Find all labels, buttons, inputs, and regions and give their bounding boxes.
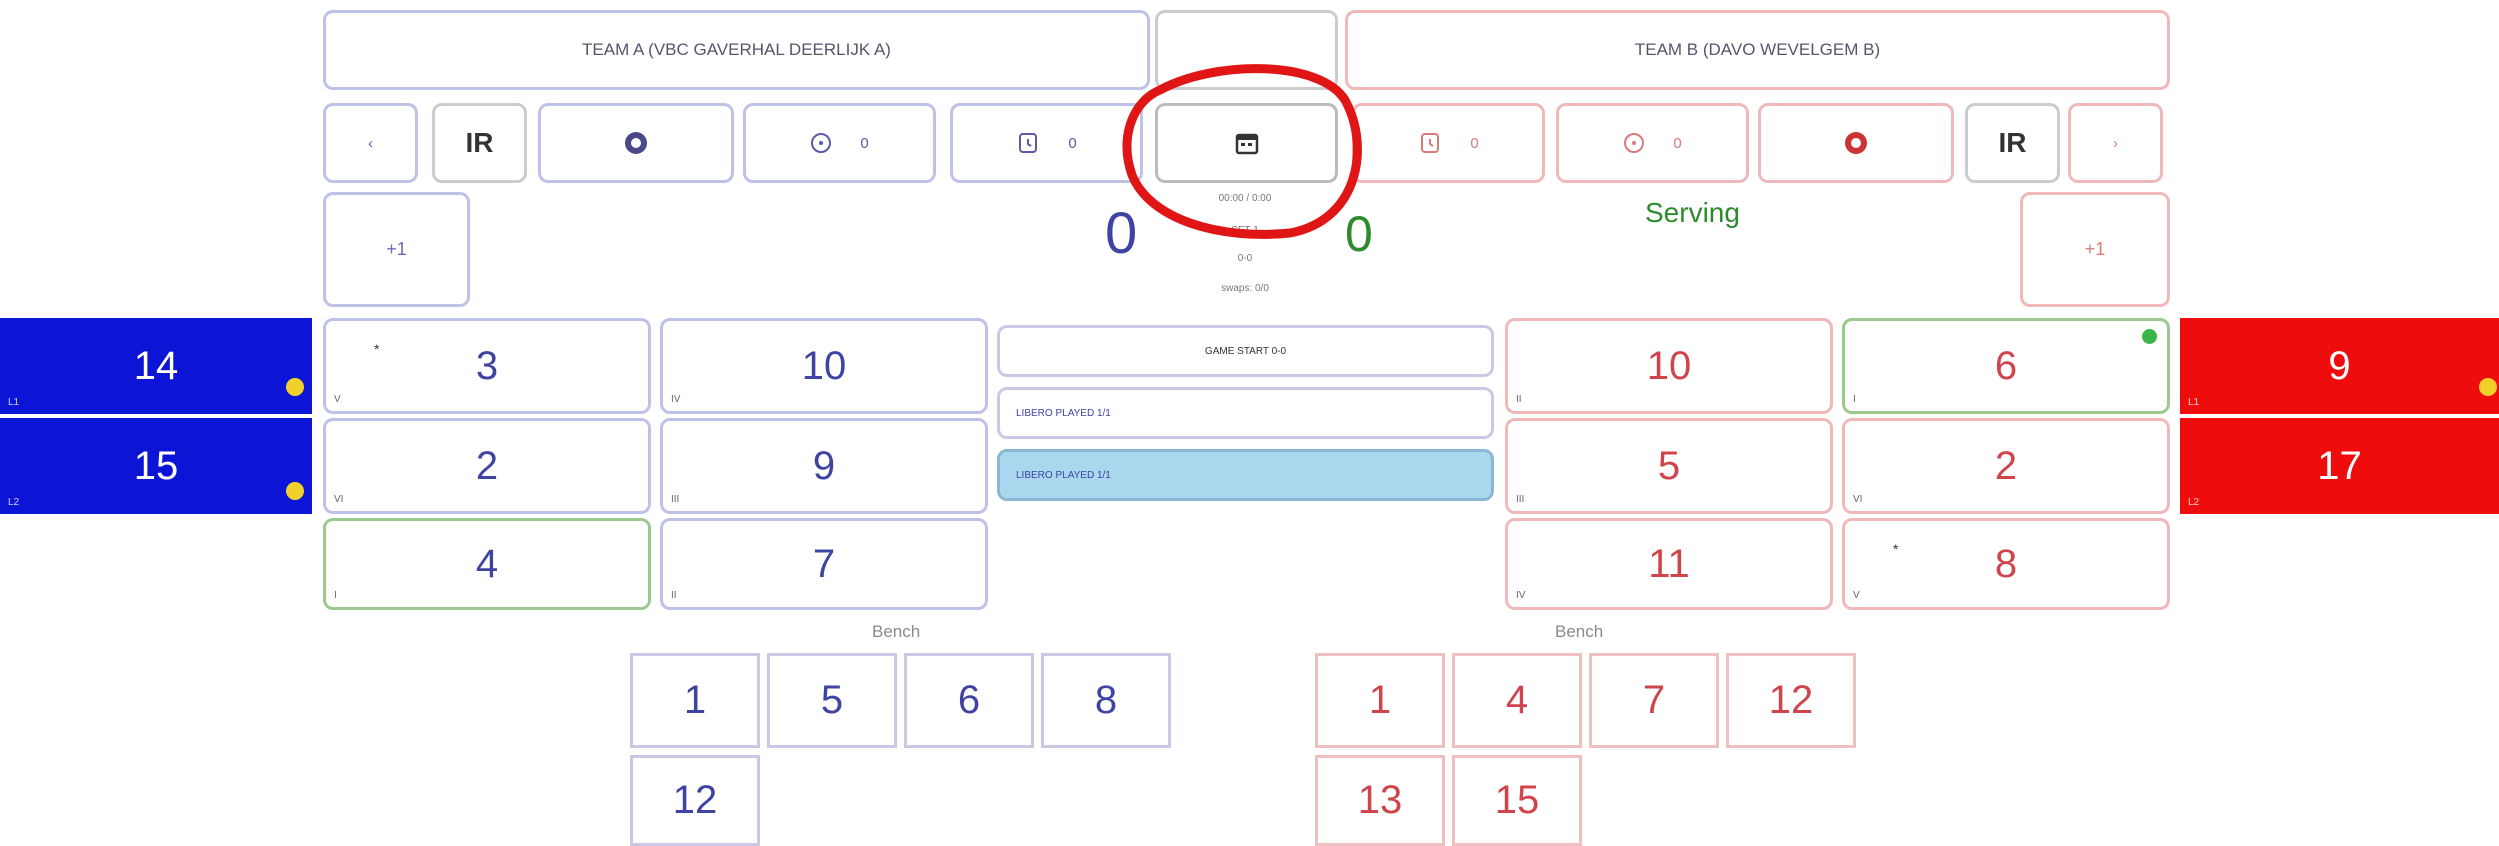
team-a-bench-player[interactable]: 6 [904,653,1034,748]
serving-indicator: Serving [1645,197,1740,228]
swap-icon [1624,133,1645,153]
team-b-forward-button[interactable]: › [2068,103,2163,183]
team-b-name: TEAM B (DAVO WEVELGEM B) [1345,10,2170,90]
team-a-court-player[interactable]: 10 IV [660,318,988,414]
team-b-bench-player[interactable]: 4 [1452,653,1582,748]
team-b-bench-player[interactable]: 7 [1589,653,1719,748]
team-b-libero-2[interactable]: 17 L2 [2180,418,2499,514]
team-a-plus-one-button[interactable]: +1 [323,192,470,307]
libero-indicator-dot [2479,378,2497,396]
team-a-name: TEAM A (VBC GAVERHAL DEERLIJK A) [323,10,1150,90]
team-b-bench-player[interactable]: 1 [1315,653,1445,748]
team-a-court-player[interactable]: 7 II [660,518,988,610]
team-a-libero-1[interactable]: 14 L1 [0,318,312,414]
team-a-back-button[interactable]: ‹ [323,103,418,183]
team-a-timeout-button[interactable]: 0 [950,103,1143,183]
team-a-ir-button[interactable]: IR [432,103,527,183]
team-b-court-player[interactable]: 11 IV [1505,518,1833,610]
swaps-counter: swaps: 0/0 [1221,283,1269,294]
team-a-court-player[interactable]: 2 VI [323,418,651,514]
team-b-court-player[interactable]: 5 III [1505,418,1833,514]
team-b-record-button[interactable] [1758,103,1954,183]
team-a-court-player[interactable]: 4 I [323,518,651,610]
annotation-circle [1122,64,1362,239]
team-a-bench-label: Bench [872,622,921,641]
alarm-clock-icon [1421,133,1440,153]
team-b-ir-button[interactable]: IR [1965,103,2060,183]
team-b-bench-player[interactable]: 12 [1726,653,1856,748]
team-b-plus-one-button[interactable]: +1 [2020,192,2170,307]
libero-indicator-dot [286,482,304,500]
record-icon [625,132,647,154]
team-a-court-player[interactable]: 9 III [660,418,988,514]
team-a-bench-player[interactable]: 8 [1041,653,1171,748]
team-a-record-button[interactable] [538,103,734,183]
chevron-right-icon: › [2113,134,2118,152]
team-b-libero-1[interactable]: 9 L1 [2180,318,2499,414]
team-b-substitution-button[interactable]: 0 [1556,103,1749,183]
team-a-bench-player[interactable]: 5 [767,653,897,748]
team-a-court-player[interactable]: * 3 V [323,318,651,414]
alarm-clock-icon [1019,133,1038,153]
team-b-bench-label: Bench [1555,622,1604,641]
team-b-court-player[interactable]: 10 II [1505,318,1833,414]
team-b-court-player[interactable]: 2 VI [1842,418,2170,514]
log-entry[interactable]: GAME START 0-0 [997,325,1494,377]
team-a-libero-2[interactable]: 15 L2 [0,418,312,514]
team-a-substitution-button[interactable]: 0 [743,103,936,183]
record-icon [1845,132,1867,154]
team-b-court-player[interactable]: * 8 V [1842,518,2170,610]
set-score: 0-0 [1237,253,1253,264]
team-b-bench-player[interactable]: 15 [1452,755,1582,846]
chevron-left-icon: ‹ [368,134,373,152]
libero-indicator-dot [286,378,304,396]
log-entry-selected[interactable]: LIBERO PLAYED 1/1 [997,449,1494,501]
team-b-bench-player[interactable]: 13 [1315,755,1445,846]
team-a-bench-player[interactable]: 1 [630,653,760,748]
team-b-timeout-button[interactable]: 0 [1352,103,1545,183]
swap-icon [811,133,832,153]
team-a-bench-player[interactable]: 12 [630,755,760,846]
team-b-court-player[interactable]: 6 I [1842,318,2170,414]
serve-indicator-dot [2142,329,2157,344]
log-entry[interactable]: LIBERO PLAYED 1/1 [997,387,1494,439]
